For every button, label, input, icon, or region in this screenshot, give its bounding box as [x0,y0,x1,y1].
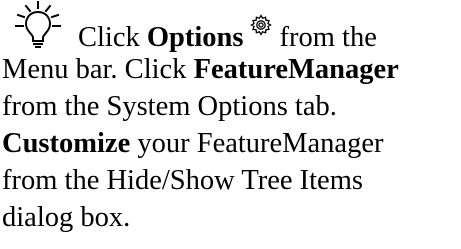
options-term: Options [146,22,244,53]
tip-text: Menu bar. Click [2,54,194,85]
tip-line-6: dialog box. [2,199,130,236]
lightbulb-icon [15,1,61,48]
featuremanager-term: FeatureManager [193,54,399,85]
tip-line-1: Click Options from the [78,14,377,56]
tip-text: dialog box. [2,202,131,233]
tip-line-4: Customize your FeatureManager [2,125,383,162]
tip-line-3: from the System Options tab. [2,88,337,125]
tip-text: from the [279,22,377,53]
gear-icon [249,14,272,36]
tip-block: Click Options from the Menu bar. Click F… [0,0,461,249]
tip-line-5: from the Hide/Show Tree Items [2,162,363,199]
tip-text: Click [78,22,147,53]
tip-text: from the Hide/Show Tree Items [2,165,363,196]
tip-text: from the System Options tab. [2,91,337,122]
tip-text: your FeatureManager [130,128,384,159]
customize-term: Customize [2,128,131,159]
tip-line-2: Menu bar. Click FeatureManager [2,51,399,88]
